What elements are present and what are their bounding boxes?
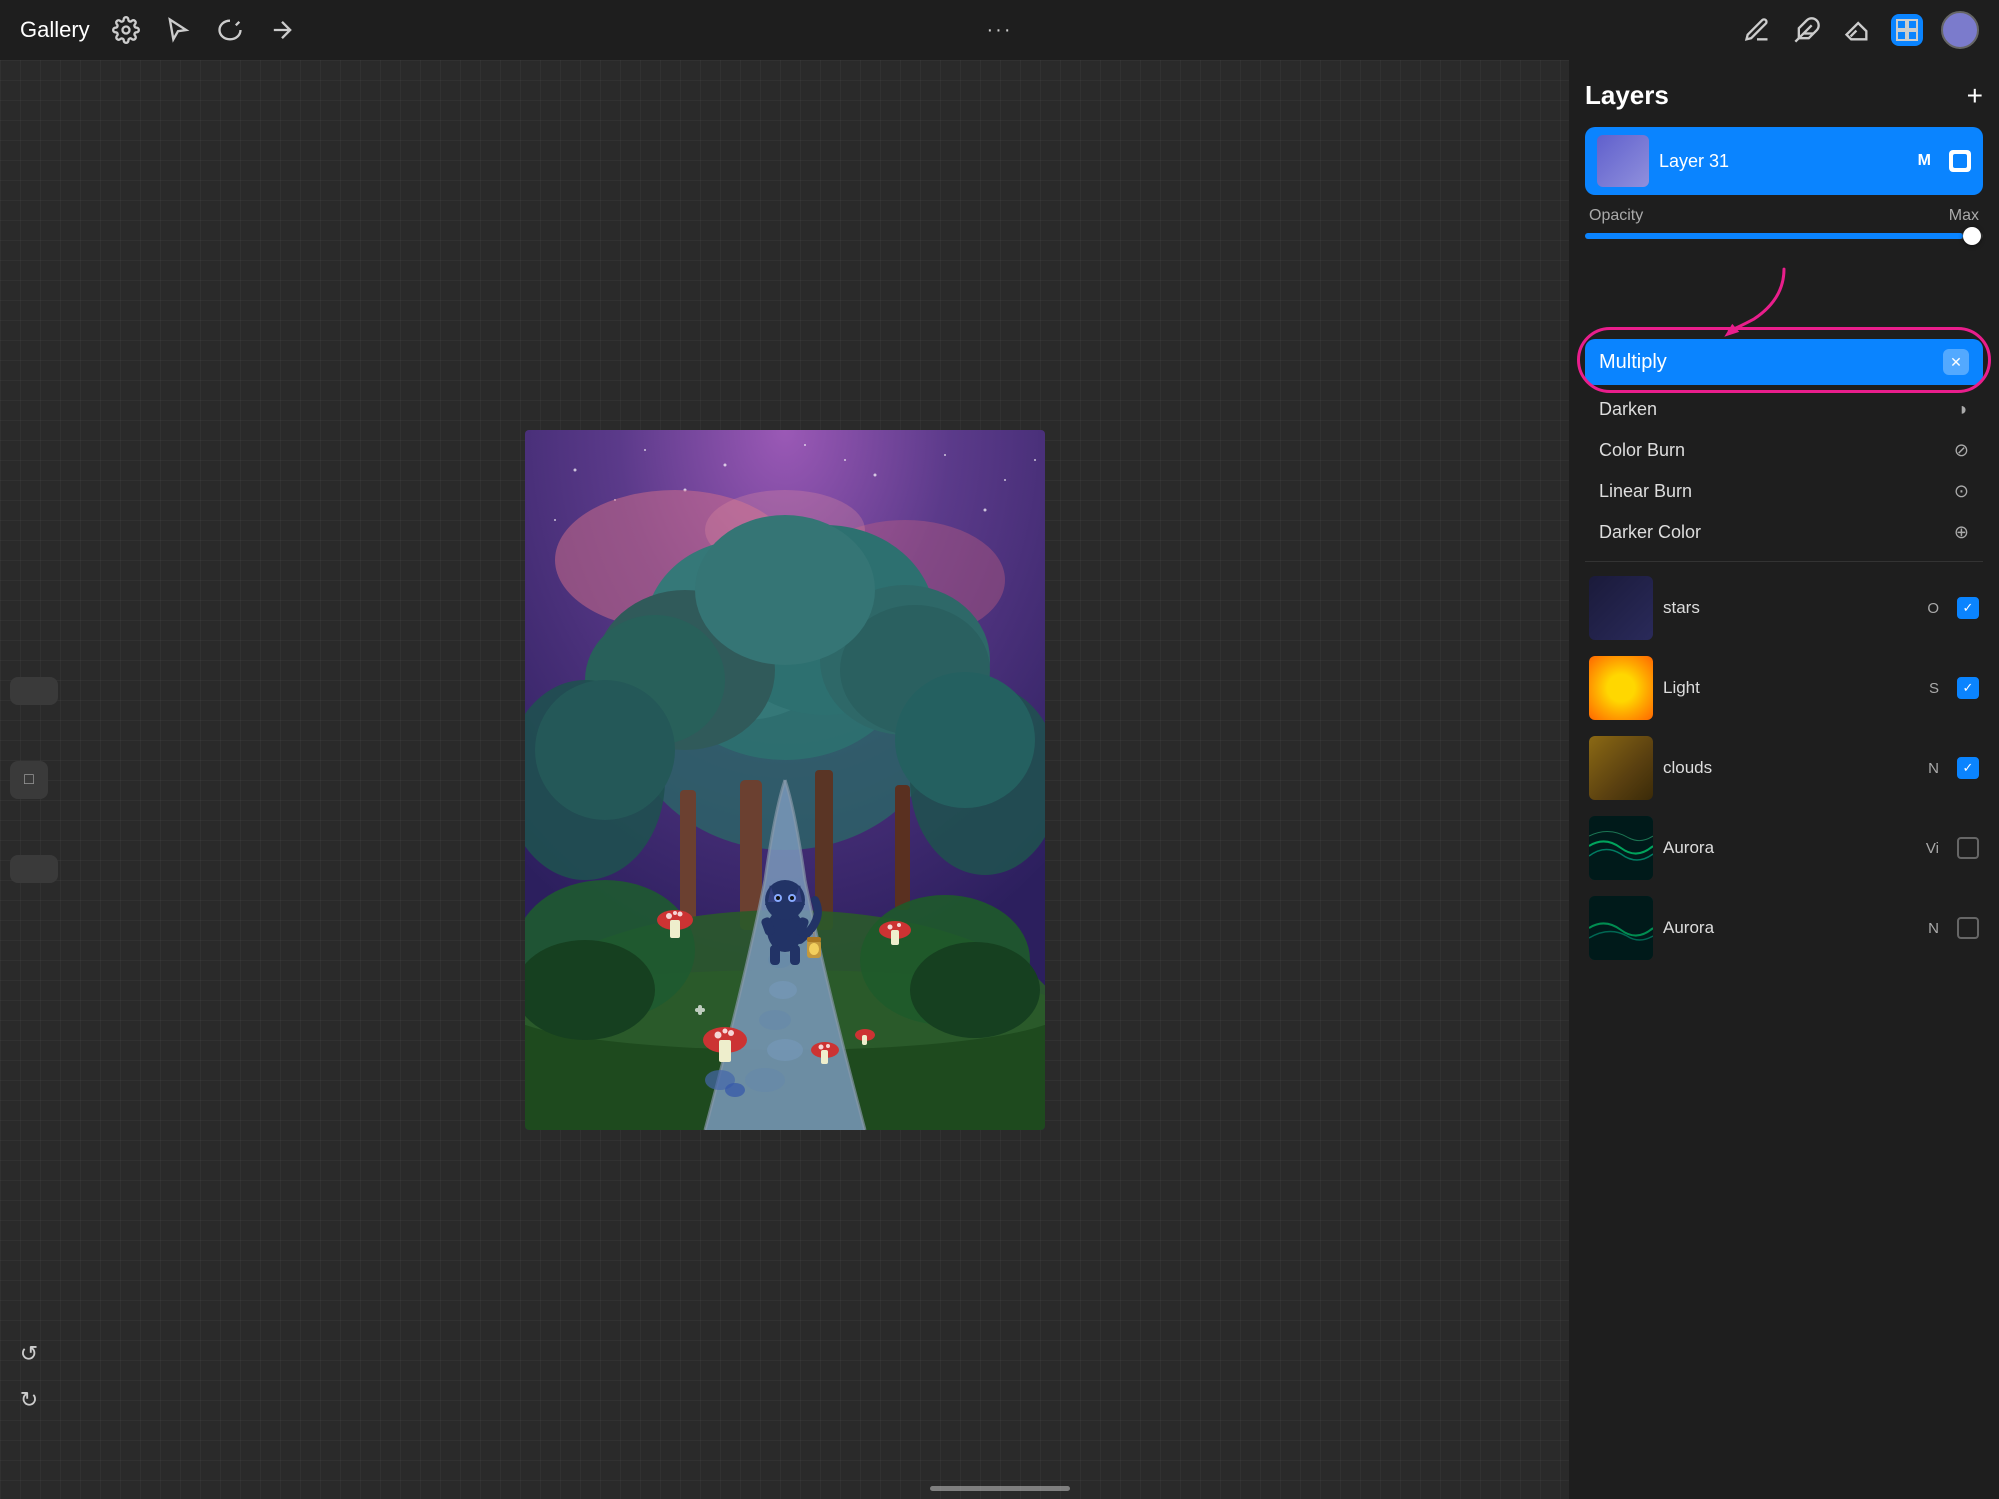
more-options-button[interactable]: ··· — [987, 19, 1013, 41]
blend-mode-darken-icon: ◗ — [1958, 399, 1969, 420]
layer-mode-stars: O — [1927, 600, 1939, 617]
layer-name-clouds: clouds — [1663, 758, 1918, 778]
eraser-icon[interactable] — [1841, 14, 1873, 46]
layer-name-stars: stars — [1663, 598, 1917, 618]
active-layer-check-inner — [1953, 154, 1967, 168]
blend-mode-linear-burn-icon: ⊙ — [1954, 481, 1969, 502]
layer-list: stars O Light S clouds N — [1585, 570, 1983, 966]
toolbar-right — [1741, 11, 1979, 49]
layer-checkbox-stars[interactable] — [1957, 597, 1979, 619]
transform-icon[interactable] — [266, 14, 298, 46]
layer-thumb-light — [1589, 656, 1653, 720]
layer-checkbox-aurora-1[interactable] — [1957, 837, 1979, 859]
blend-mode-darken[interactable]: Darken ◗ — [1585, 389, 1983, 430]
toolbar-center: ··· — [987, 19, 1013, 42]
smudge-icon[interactable] — [1791, 14, 1823, 46]
brush-size-slider[interactable] — [10, 677, 58, 705]
layer-thumb-clouds — [1589, 736, 1653, 800]
blend-mode-darker-color-icon: ⊕ — [1954, 522, 1969, 543]
blend-mode-selected[interactable]: Multiply ✕ — [1585, 339, 1983, 385]
active-layer-checkbox[interactable] — [1949, 150, 1971, 172]
layers-panel: Layers + Layer 31 M Opacity Max Multiply… — [1569, 60, 1999, 1499]
opacity-value: Max — [1949, 207, 1979, 225]
blend-mode-linear-burn-label: Linear Burn — [1599, 481, 1692, 502]
undo-redo-controls: ↺ ↻ — [10, 1335, 48, 1419]
layer-mode-aurora-1: Vi — [1926, 840, 1939, 857]
layer-checkbox-light[interactable] — [1957, 677, 1979, 699]
blend-mode-color-burn-icon: ⊘ — [1954, 440, 1969, 461]
layer-mode-aurora-2: N — [1928, 920, 1939, 937]
blend-mode-darker-color[interactable]: Darker Color ⊕ — [1585, 512, 1983, 553]
layers-icon[interactable] — [1891, 14, 1923, 46]
blend-mode-clear-button[interactable]: ✕ — [1943, 349, 1969, 375]
layer-name-aurora-1: Aurora — [1663, 838, 1916, 858]
blend-mode-label: Multiply — [1599, 351, 1667, 374]
opacity-slider-thumb[interactable] — [1963, 227, 1981, 245]
blend-mode-darken-label: Darken — [1599, 399, 1657, 420]
layer-mode-clouds: N — [1928, 760, 1939, 777]
layer-thumb-aurora-1 — [1589, 816, 1653, 880]
layer-checkbox-clouds[interactable] — [1957, 757, 1979, 779]
section-divider — [1585, 561, 1983, 562]
layer-name-aurora-2: Aurora — [1663, 918, 1918, 938]
opacity-label: Opacity — [1589, 207, 1643, 225]
blend-mode-darker-color-label: Darker Color — [1599, 522, 1701, 543]
layer-row-clouds[interactable]: clouds N — [1585, 730, 1983, 806]
layer-mode-light: S — [1929, 680, 1939, 697]
opacity-slider-left[interactable] — [10, 855, 58, 883]
layer-row-aurora-2[interactable]: Aurora N — [1585, 890, 1983, 966]
left-tools: □ — [10, 677, 58, 883]
canvas-area: □ ↺ ↻ — [0, 60, 1569, 1499]
panel-header: Layers + — [1585, 80, 1983, 111]
gallery-button[interactable]: Gallery — [20, 17, 90, 43]
opacity-row: Opacity Max — [1585, 207, 1983, 225]
blend-mode-color-burn[interactable]: Color Burn ⊘ — [1585, 430, 1983, 471]
layer-name-light: Light — [1663, 678, 1919, 698]
active-layer-thumbnail — [1597, 135, 1649, 187]
layer-checkbox-aurora-2[interactable] — [1957, 917, 1979, 939]
blend-mode-color-burn-label: Color Burn — [1599, 440, 1685, 461]
layer-row-stars[interactable]: stars O — [1585, 570, 1983, 646]
layer-thumb-stars — [1589, 576, 1653, 640]
undo-button[interactable]: ↺ — [10, 1335, 48, 1373]
toolbar: Gallery ··· — [0, 0, 1999, 60]
layer-thumb-aurora-2 — [1589, 896, 1653, 960]
active-layer-name: Layer 31 — [1659, 151, 1908, 172]
opacity-slider[interactable] — [1585, 233, 1983, 239]
active-layer-row[interactable]: Layer 31 M — [1585, 127, 1983, 195]
panel-title: Layers — [1585, 80, 1669, 111]
opacity-slider-fill — [1585, 233, 1963, 239]
layer-row-aurora-1[interactable]: Aurora Vi — [1585, 810, 1983, 886]
lasso-icon[interactable] — [214, 14, 246, 46]
shape-tool[interactable]: □ — [10, 761, 48, 799]
redo-button[interactable]: ↻ — [10, 1381, 48, 1419]
pen-icon[interactable] — [1741, 14, 1773, 46]
annotation-area — [1585, 259, 1983, 339]
add-layer-button[interactable]: + — [1967, 82, 1983, 110]
home-indicator — [930, 1486, 1070, 1491]
color-picker[interactable] — [1941, 11, 1979, 49]
blend-mode-linear-burn[interactable]: Linear Burn ⊙ — [1585, 471, 1983, 512]
toolbar-left: Gallery — [20, 14, 298, 46]
artwork-canvas[interactable] — [525, 430, 1045, 1130]
settings-icon[interactable] — [110, 14, 142, 46]
cursor-icon[interactable] — [162, 14, 194, 46]
layer-row-light[interactable]: Light S — [1585, 650, 1983, 726]
active-layer-mode: M — [1918, 152, 1931, 170]
